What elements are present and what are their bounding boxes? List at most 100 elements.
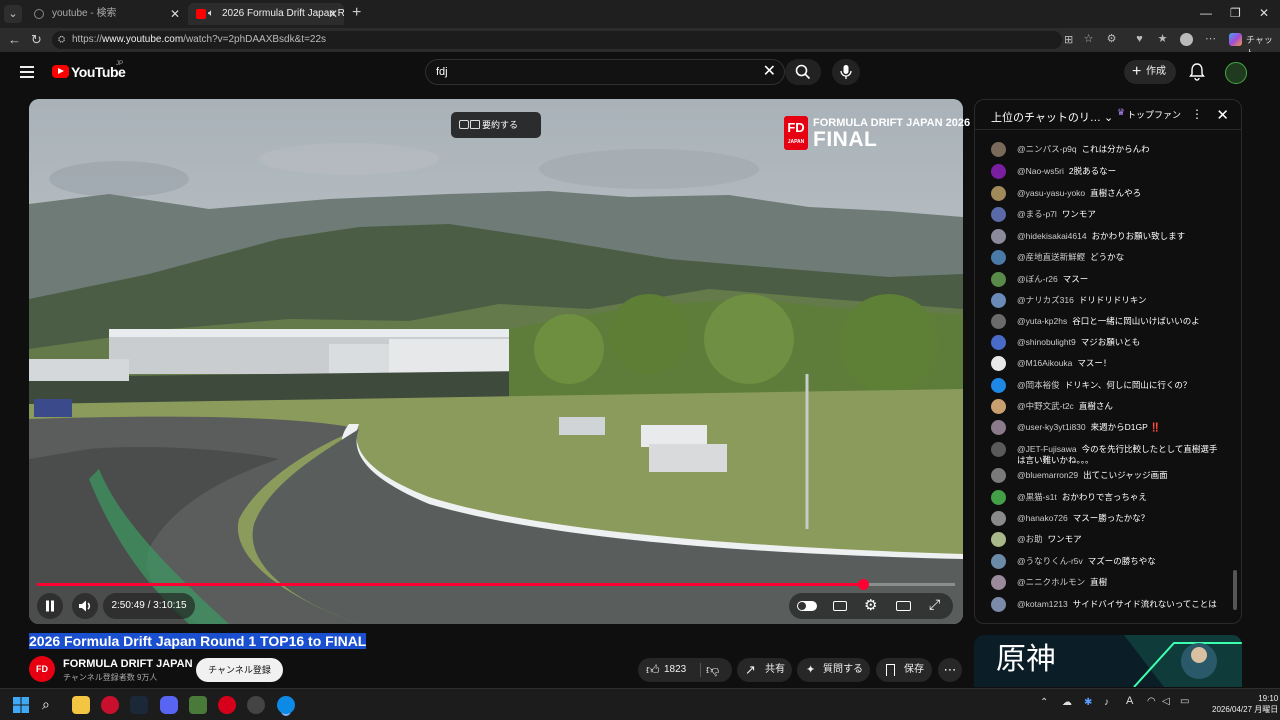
chat-author-name[interactable]: @yasu-yasu-yoko bbox=[1017, 188, 1085, 198]
chat-author-name[interactable]: @hidekisakai4614 bbox=[1017, 231, 1087, 241]
chat-author-avatar[interactable] bbox=[991, 378, 1006, 393]
mute-button[interactable] bbox=[72, 593, 98, 619]
speaker-icon[interactable]: 🔈︎ bbox=[208, 3, 214, 25]
chat-author-name[interactable]: @hanako726 bbox=[1017, 513, 1068, 523]
topfan-badge[interactable]: トップファン bbox=[1117, 107, 1181, 121]
ad-banner[interactable]: 原神 bbox=[974, 635, 1242, 687]
chat-author-avatar[interactable] bbox=[991, 597, 1006, 612]
chat-mode-dropdown[interactable]: 上位のチャットのリ… ⌄ bbox=[991, 109, 1113, 125]
chat-author-name[interactable]: @user-ky3yt1i830 bbox=[1017, 422, 1086, 432]
fullscreen-icon[interactable]: ⤢ bbox=[929, 596, 940, 613]
copilot-icon[interactable] bbox=[1229, 33, 1242, 46]
extensions-icon[interactable]: ⚙ bbox=[1105, 33, 1118, 46]
browser-essentials-icon[interactable]: ♥ bbox=[1133, 33, 1146, 46]
chat-author-name[interactable]: @お助 bbox=[1017, 534, 1043, 544]
new-tab-button[interactable]: + bbox=[352, 4, 361, 22]
maximize-icon[interactable]: ❐ bbox=[1230, 6, 1241, 20]
notifications-bell-icon[interactable] bbox=[1189, 63, 1205, 81]
create-button[interactable]: 作成 bbox=[1124, 60, 1176, 84]
windows-start-icon[interactable] bbox=[12, 696, 30, 714]
chat-author-name[interactable]: @うなりくん-r5v bbox=[1017, 556, 1083, 566]
app-icon[interactable] bbox=[247, 696, 265, 714]
chat-author-avatar[interactable] bbox=[991, 532, 1006, 547]
chat-author-name[interactable]: @JET-Fujisawa bbox=[1017, 444, 1077, 454]
chat-author-name[interactable]: @ぼん-r26 bbox=[1017, 274, 1058, 284]
address-bar[interactable]: ⛭ https://www.youtube.com/watch?v=2phDAA… bbox=[52, 31, 1073, 49]
subtitles-icon[interactable] bbox=[833, 601, 847, 611]
chat-author-avatar[interactable] bbox=[991, 335, 1006, 350]
game-app-icon[interactable] bbox=[189, 696, 207, 714]
chat-author-avatar[interactable] bbox=[991, 142, 1006, 157]
settings-gear-icon[interactable]: ⚙ bbox=[864, 596, 877, 614]
channel-avatar[interactable]: FD bbox=[29, 656, 55, 682]
chat-author-avatar[interactable] bbox=[991, 186, 1006, 201]
chat-author-avatar[interactable] bbox=[991, 207, 1006, 222]
more-actions-button[interactable]: ⋯ bbox=[938, 658, 962, 682]
chat-author-avatar[interactable] bbox=[991, 554, 1006, 569]
video-player[interactable]: FD bbox=[29, 99, 963, 624]
like-button[interactable]: 👍︎ 1823 bbox=[638, 658, 700, 682]
chat-author-name[interactable]: @ニンパス-p9q bbox=[1017, 144, 1077, 154]
share-button[interactable]: ↗ 共有 bbox=[737, 658, 792, 682]
chat-author-name[interactable]: @kotam1213 bbox=[1017, 599, 1068, 609]
chat-author-avatar[interactable] bbox=[991, 250, 1006, 265]
tray-overflow-icon[interactable]: ⌃ bbox=[1040, 697, 1048, 708]
chat-author-avatar[interactable] bbox=[991, 490, 1006, 505]
close-chat-icon[interactable]: ✕ bbox=[1216, 106, 1229, 124]
favorites-icon[interactable]: ★ bbox=[1156, 33, 1169, 46]
opera-icon[interactable] bbox=[218, 696, 236, 714]
close-tab-icon[interactable]: ✕ bbox=[328, 3, 338, 25]
chat-author-name[interactable]: @shinobulight9 bbox=[1017, 337, 1076, 347]
clear-search-icon[interactable]: ✕ bbox=[763, 60, 776, 84]
battery-icon[interactable]: ▭ bbox=[1180, 696, 1189, 707]
chat-author-name[interactable]: @黒猫-s1t bbox=[1017, 492, 1057, 502]
discord-icon[interactable] bbox=[160, 696, 178, 714]
steam-icon[interactable] bbox=[130, 696, 148, 714]
bluetooth-icon[interactable]: ✱ bbox=[1084, 697, 1092, 708]
cloud-icon[interactable]: ☁ bbox=[1062, 697, 1072, 708]
guide-menu-icon[interactable] bbox=[20, 66, 34, 78]
chat-author-name[interactable]: @bluemarron29 bbox=[1017, 470, 1078, 480]
chat-author-avatar[interactable] bbox=[991, 468, 1006, 483]
ime-indicator[interactable]: A bbox=[1126, 695, 1133, 707]
search-icon[interactable]: ⌕ bbox=[42, 696, 60, 714]
tab-youtube-search[interactable]: youtube - 検索 ✕ bbox=[26, 3, 186, 25]
chat-author-avatar[interactable] bbox=[991, 272, 1006, 287]
site-info-icon[interactable]: ⛭ bbox=[58, 34, 65, 45]
search-box[interactable]: fdj ✕ bbox=[425, 59, 785, 85]
seek-bar[interactable] bbox=[37, 579, 955, 590]
search-button[interactable] bbox=[785, 59, 821, 85]
pause-button[interactable] bbox=[37, 593, 63, 619]
voice-search-button[interactable] bbox=[832, 59, 860, 85]
chat-author-name[interactable]: @Nao-ws5ri bbox=[1017, 166, 1064, 176]
close-tab-icon[interactable]: ✕ bbox=[170, 3, 180, 25]
chat-author-avatar[interactable] bbox=[991, 575, 1006, 590]
chat-author-avatar[interactable] bbox=[991, 511, 1006, 526]
chat-author-avatar[interactable] bbox=[991, 164, 1006, 179]
chat-author-avatar[interactable] bbox=[991, 356, 1006, 371]
chat-author-name[interactable]: @M16Aikouka bbox=[1017, 358, 1072, 368]
chat-author-name[interactable]: @まる-p7l bbox=[1017, 209, 1057, 219]
wifi-icon[interactable]: ◠ bbox=[1147, 696, 1156, 707]
chat-scrollbar[interactable] bbox=[1233, 570, 1237, 610]
chat-author-avatar[interactable] bbox=[991, 293, 1006, 308]
chat-author-avatar[interactable] bbox=[991, 314, 1006, 329]
tab-video[interactable]: 🔈︎ 2026 Formula Drift Japan Rou… ✕ bbox=[188, 3, 344, 25]
volume-icon[interactable]: ◁ bbox=[1162, 696, 1170, 707]
subscribe-button[interactable]: チャンネル登録 bbox=[196, 658, 283, 682]
chat-author-name[interactable]: @中野文武-t2c bbox=[1017, 401, 1074, 411]
account-avatar[interactable] bbox=[1225, 62, 1247, 84]
chat-author-name[interactable]: @産地直送新鮮鰹 bbox=[1017, 252, 1085, 262]
save-button[interactable]: 保存 bbox=[876, 658, 932, 682]
channel-name[interactable]: FORMULA DRIFT JAPAN bbox=[63, 658, 193, 670]
ask-button[interactable]: ✦ 質問する bbox=[797, 658, 870, 682]
youtube-logo-icon[interactable] bbox=[52, 65, 69, 78]
close-window-icon[interactable]: ✕ bbox=[1259, 6, 1269, 20]
chat-more-icon[interactable]: ⋮ bbox=[1191, 107, 1203, 121]
chat-author-avatar[interactable] bbox=[991, 399, 1006, 414]
edge-icon[interactable] bbox=[277, 696, 295, 714]
chat-author-avatar[interactable] bbox=[991, 229, 1006, 244]
back-icon[interactable]: ← bbox=[8, 32, 21, 48]
autoplay-toggle[interactable] bbox=[797, 601, 817, 611]
minimize-icon[interactable]: — bbox=[1200, 6, 1212, 20]
